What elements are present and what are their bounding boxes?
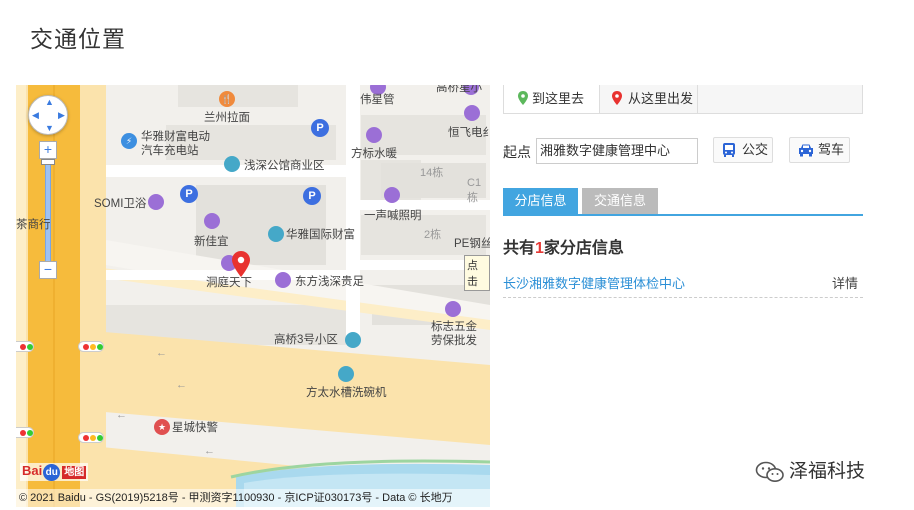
- list-item: 长沙湘雅数字健康管理体检中心 详情: [503, 266, 863, 298]
- tab-to-here[interactable]: 到这里去: [504, 85, 600, 113]
- watermark-text: 泽福科技: [789, 461, 866, 482]
- shop-icon: [445, 301, 461, 317]
- start-point-input[interactable]: 湘雅数字健康管理中心: [536, 138, 698, 164]
- drive-button[interactable]: 驾车: [789, 137, 850, 163]
- red-pin-icon: [612, 91, 622, 105]
- zoom-out-button[interactable]: −: [39, 261, 57, 279]
- shop-icon: [275, 272, 291, 288]
- road-arrow: ←: [156, 347, 167, 359]
- parking-icon: P: [311, 119, 329, 137]
- poi-label: 伟星管: [360, 94, 395, 106]
- shop-icon: [148, 194, 164, 210]
- bus-button-label: 公交: [742, 142, 769, 157]
- poi-label: SOMI卫浴: [94, 198, 147, 210]
- poi-label: 东方浅深贵足: [295, 276, 364, 288]
- poi-label: 恒飞电纟: [448, 127, 490, 139]
- building-icon: [345, 332, 361, 348]
- bus-icon: [723, 143, 735, 157]
- map-base: [16, 85, 490, 507]
- poi-label: PE钢丝: [454, 238, 490, 250]
- police-icon: ★: [154, 419, 170, 435]
- poi-label: 华雅财富电动: [141, 131, 210, 143]
- shop-icon: [366, 127, 382, 143]
- zoom-slider[interactable]: + −: [39, 141, 57, 281]
- poi-label: 洞庭天下: [206, 277, 252, 289]
- zoom-track[interactable]: [45, 159, 51, 263]
- poi-label: 浅深公馆商业区: [244, 160, 325, 172]
- shop-icon: [384, 187, 400, 203]
- parking-icon: P: [303, 187, 321, 205]
- parking-icon: P: [180, 185, 198, 203]
- click-tooltip: 点击: [464, 255, 490, 291]
- building-label: C1栋: [467, 177, 482, 204]
- poi-label: 汽车充电站: [141, 145, 199, 157]
- poi-label: 方标水暖: [351, 148, 397, 160]
- tab-traffic-info[interactable]: 交通信息: [582, 188, 658, 214]
- branch-detail-link[interactable]: 详情: [832, 273, 858, 292]
- zoom-in-button[interactable]: +: [39, 141, 57, 159]
- restaurant-icon: 🍴: [219, 91, 235, 107]
- map-pan-control[interactable]: ▲ ▼ ◀ ▶: [28, 95, 68, 135]
- poi-label: 星城快警: [172, 422, 218, 434]
- tab-from-here-label: 从这里出发: [628, 91, 694, 106]
- poi-label: 标志五金: [431, 321, 477, 333]
- page-title: 交通位置: [30, 26, 126, 52]
- traffic-light-icon: [16, 341, 34, 352]
- poi-label: 华雅国际财富: [286, 229, 355, 241]
- wechat-icon: [755, 461, 784, 482]
- watermark: 泽福科技: [755, 456, 865, 483]
- mall-icon: [224, 156, 240, 172]
- car-icon: [799, 144, 813, 157]
- map-view[interactable]: ▲ ▼ ◀ ▶ + − 🍴 兰州拉面 伟星管 高桥星小 恒飞电纟 P ⚡ 华雅财…: [16, 85, 490, 507]
- tab-from-here[interactable]: 从这里出发: [600, 85, 698, 113]
- poi-label: 方太水槽洗碗机: [306, 387, 387, 399]
- road-arrow: ←: [176, 379, 187, 391]
- poi-label: 劳保批发: [431, 335, 477, 347]
- location-marker-icon[interactable]: [232, 251, 250, 277]
- drive-button-label: 驾车: [818, 142, 845, 157]
- poi-label: 茶商行: [16, 219, 51, 231]
- tab-branch-info[interactable]: 分店信息: [503, 188, 578, 214]
- zoom-handle[interactable]: [41, 159, 55, 165]
- poi-label: 兰州拉面: [204, 112, 250, 124]
- traffic-light-icon: [78, 341, 104, 352]
- bus-button[interactable]: 公交: [713, 137, 773, 163]
- poi-label: 高桥星小: [436, 85, 482, 94]
- traffic-light-icon: [78, 432, 104, 443]
- info-tabs: 分店信息 交通信息: [503, 188, 863, 216]
- branch-name-link[interactable]: 长沙湘雅数字健康管理体检中心: [503, 273, 685, 292]
- start-label: 起点: [503, 144, 531, 160]
- building-label: 2栋: [424, 229, 442, 241]
- location-icon: [338, 366, 354, 382]
- baidu-map-logo: Bai du 地图: [20, 463, 89, 481]
- charging-station-icon: ⚡: [121, 133, 137, 149]
- road-arrow: ←: [204, 445, 215, 457]
- shop-icon: [464, 105, 480, 121]
- map-copyright: © 2021 Baidu - GS(2019)5218号 - 甲测资字11009…: [16, 489, 490, 507]
- branch-count: 共有1家分店信息: [503, 240, 624, 257]
- building-label: 14栋: [420, 167, 444, 179]
- shop-icon: [204, 213, 220, 229]
- road-arrow: ←: [116, 409, 127, 421]
- building-icon: [268, 226, 284, 242]
- traffic-light-icon: [16, 427, 34, 438]
- route-tabs: 到这里去 从这里出发: [503, 85, 863, 114]
- poi-label: 新佳宜: [194, 236, 229, 248]
- poi-label: 高桥3号小区: [274, 334, 338, 346]
- tab-to-here-label: 到这里去: [532, 91, 585, 106]
- green-pin-icon: [518, 91, 528, 105]
- poi-label: 一声喊照明: [364, 210, 422, 222]
